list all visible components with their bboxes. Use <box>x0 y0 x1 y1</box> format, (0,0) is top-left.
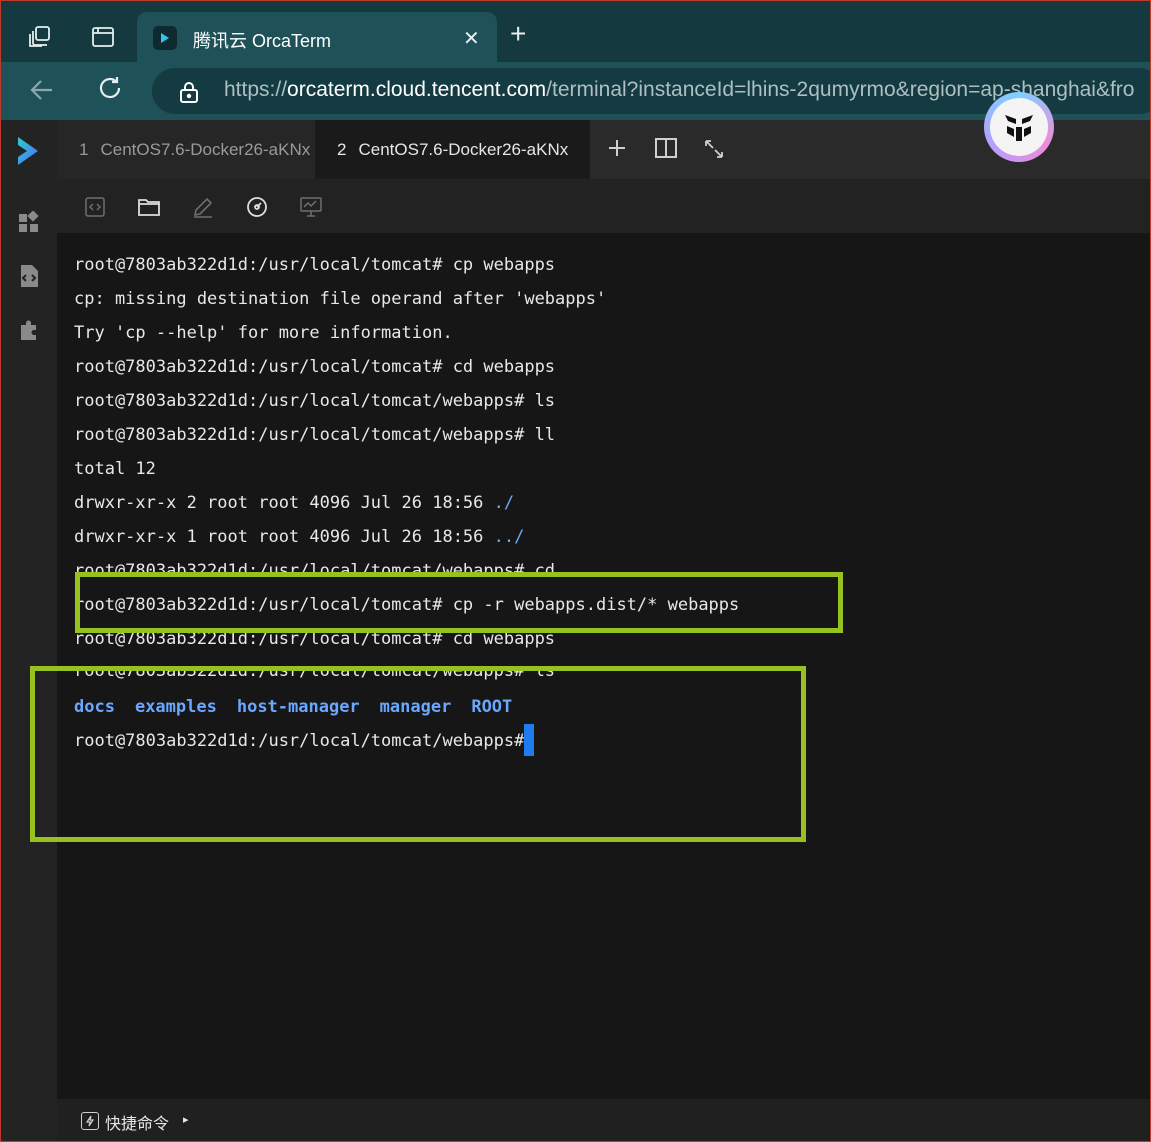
terminal-line: root@7803ab322d1d:/usr/local/tomcat# cp … <box>74 255 556 275</box>
browser-tab-active[interactable]: 腾讯云 OrcaTerm ✕ <box>137 12 497 62</box>
fullscreen-icon[interactable] <box>703 136 725 165</box>
quick-commands-label[interactable]: 快捷命令 <box>105 1110 169 1134</box>
terminal-tab-label: CentOS7.6-Docker26-aKNx <box>100 139 311 159</box>
close-tab-icon[interactable]: ✕ <box>463 26 480 51</box>
ls-entry: examples <box>134 697 217 717</box>
terminal-tab-label: CentOS7.6-Docker26-aKNx <box>358 139 569 159</box>
ls-entry: host-manager <box>236 697 360 717</box>
lightning-icon[interactable] <box>81 1112 99 1130</box>
dashboard-icon[interactable] <box>16 209 42 235</box>
ls-entry: ROOT <box>471 697 513 717</box>
split-view-icon[interactable] <box>655 136 677 165</box>
ls-entry: manager <box>379 697 452 717</box>
orcaterm-favicon-icon <box>153 26 177 50</box>
directory-entry: ./ <box>493 493 515 513</box>
terminal-line: root@7803ab322d1d:/usr/local/tomcat/weba… <box>74 425 556 445</box>
tab-actions-icon[interactable] <box>86 20 120 54</box>
terminal-line: root@7803ab322d1d:/usr/local/tomcat/weba… <box>74 669 556 681</box>
add-terminal-icon[interactable] <box>607 136 627 165</box>
screen-monitor-icon[interactable] <box>299 195 323 219</box>
code-file-icon[interactable] <box>16 263 42 289</box>
app-sidebar <box>0 120 57 1142</box>
orcaterm-logo-icon[interactable] <box>16 137 42 165</box>
quick-commands-bar: 快捷命令 ▸ <box>57 1099 1151 1142</box>
terminal-line: drwxr-xr-x 1 root root 4096 Jul 26 18:56… <box>74 527 525 547</box>
terminal-cursor <box>524 724 534 756</box>
terminal-output[interactable]: root@7803ab322d1d:/usr/local/tomcat# cp … <box>57 233 1151 1099</box>
terminal-line: Try 'cp --help' for more information. <box>74 323 453 343</box>
back-arrow-icon[interactable] <box>28 76 56 109</box>
terminal-toolbar <box>57 179 1151 233</box>
browser-tab-title: 腾讯云 OrcaTerm <box>193 31 332 51</box>
terminal-line: root@7803ab322d1d:/usr/local/tomcat/weba… <box>74 561 556 572</box>
terminal-tab-2[interactable]: 2 CentOS7.6-Docker26-aKNx <box>315 120 590 179</box>
reload-icon[interactable] <box>96 74 124 107</box>
ls-output-line: docs examples host-manager manager ROOT <box>74 696 532 718</box>
lock-icon[interactable] <box>178 80 200 109</box>
monitor-gauge-icon[interactable] <box>245 195 269 219</box>
expand-arrow-icon[interactable]: ▸ <box>183 1113 189 1126</box>
terminal-line: root@7803ab322d1d:/usr/local/tomcat# cd … <box>74 629 556 649</box>
terminal-line: total 12 <box>74 459 156 479</box>
directory-entry: ../ <box>493 527 525 547</box>
ls-entry: docs <box>74 697 115 717</box>
browser-tab-strip: 腾讯云 OrcaTerm ✕ + <box>0 0 1151 62</box>
address-row: https://orcaterm.cloud.tencent.com/termi… <box>0 62 1151 120</box>
terminal-line: drwxr-xr-x 2 root root 4096 Jul 26 18:56… <box>74 493 515 513</box>
extension-badge-icon[interactable] <box>984 92 1054 162</box>
new-tab-button[interactable]: + <box>510 20 526 48</box>
terminal-line: root@7803ab322d1d:/usr/local/tomcat# cd … <box>74 357 556 377</box>
terminal-prompt-line: root@7803ab322d1d:/usr/local/tomcat/weba… <box>74 731 535 751</box>
edit-pencil-icon[interactable] <box>191 195 215 219</box>
terminal-line: root@7803ab322d1d:/usr/local/tomcat/weba… <box>74 391 556 411</box>
plugin-icon[interactable] <box>16 317 42 343</box>
terminal-line: cp: missing destination file operand aft… <box>74 289 607 309</box>
terminal-line: root@7803ab322d1d:/usr/local/tomcat# cp … <box>74 595 740 615</box>
code-snippet-icon[interactable] <box>83 195 107 219</box>
folder-icon[interactable] <box>137 195 161 219</box>
terminal-tab-1[interactable]: 1 CentOS7.6-Docker26-aKNx <box>57 120 315 179</box>
workspaces-icon[interactable] <box>23 20 57 54</box>
